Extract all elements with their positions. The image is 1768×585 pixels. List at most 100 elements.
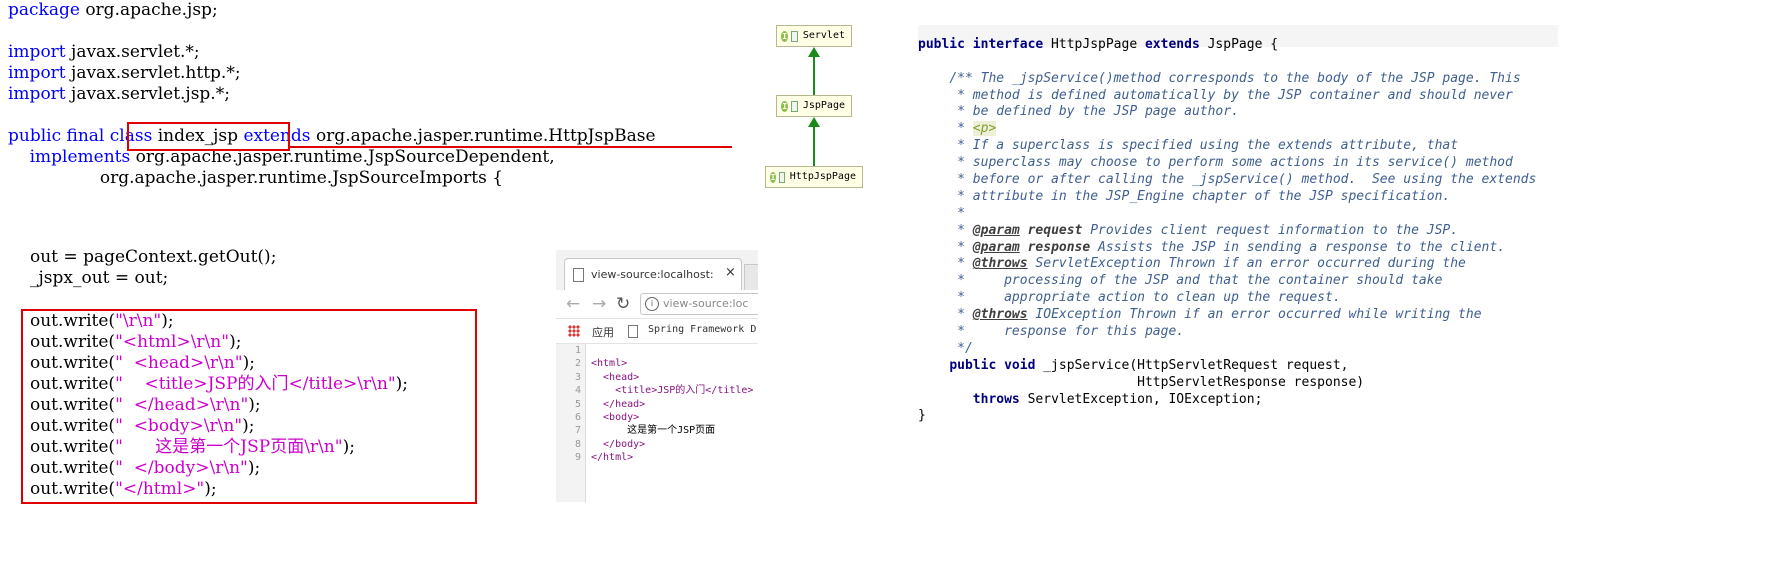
javadoc-comment-line: * processing of the JSP and that the con… <box>949 273 1443 289</box>
code-token: public final <box>8 126 110 146</box>
javadoc-comment-line: * @param response Assists the JSP in sen… <box>949 239 1506 255</box>
code-token: package <box>8 0 80 20</box>
line-number: 3 <box>574 371 581 383</box>
write-line: out.write(" </head>\r\n"); <box>30 395 408 416</box>
line-number: 1 <box>574 345 581 356</box>
arrow-head-icon <box>808 47 820 57</box>
httpjsppage-source: public interface HttpJspPage extends Jsp… <box>918 20 1768 424</box>
code-token: org.apache.jasper.runtime.HttpJspBase <box>310 126 656 146</box>
write-line: out.write("</html>"); <box>30 479 408 500</box>
line-number: 7 <box>574 425 581 437</box>
source-line: 这是第一个JSP页面 <box>591 425 716 437</box>
code-line: import javax.servlet.http.*; <box>8 63 656 84</box>
code-token: ); <box>342 437 355 457</box>
reload-icon[interactable]: ↻ <box>616 294 630 314</box>
code-token: ); <box>247 458 261 478</box>
code-token: out.write( <box>30 479 116 499</box>
code-token: out.write( <box>30 353 116 373</box>
hierarchy-node-httpjsppage[interactable]: I HttpJspPage <box>765 166 863 188</box>
address-text: view-source:loc <box>663 297 749 310</box>
code-token: import <box>8 63 66 83</box>
javadoc-comment-line: * <p> <box>949 121 997 137</box>
info-icon[interactable]: i <box>645 297 659 311</box>
source-line: <html> <box>591 358 628 370</box>
file-icon <box>791 100 798 112</box>
javadoc-comment-line: * method is defined automatically by the… <box>949 87 1513 103</box>
file-icon <box>791 30 798 42</box>
interface-signature: public interface HttpJspPage extends Jsp… <box>918 36 1279 52</box>
method-declaration-line: HttpServletResponse response) <box>918 374 1365 390</box>
tab-next[interactable] <box>744 264 758 292</box>
forward-arrow-icon[interactable]: → <box>592 294 606 314</box>
source-line: </body> <box>591 438 646 450</box>
javadoc-comment-line: * @throws ServletException Thrown if an … <box>949 256 1466 272</box>
source-line: </head> <box>591 398 646 410</box>
hierarchy-node-servlet[interactable]: I Servlet <box>776 25 852 47</box>
javadoc-comment-line: * superclass may choose to perform some … <box>949 155 1513 171</box>
class-name-highlight-box <box>127 122 290 151</box>
code-token: org.apache.jsp; <box>79 0 218 20</box>
class-declaration-code: package org.apache.jsp; import javax.serv… <box>8 0 656 189</box>
tab-bar: view-source:localhost: × <box>556 250 758 292</box>
javadoc-comment-line: * @throws IOException Thrown if an error… <box>949 307 1482 323</box>
close-icon[interactable]: × <box>725 265 736 280</box>
code-line: public final class index_jsp extends org… <box>8 126 656 147</box>
code-token: ); <box>242 416 255 436</box>
code-line: import javax.servlet.jsp.*; <box>8 84 656 105</box>
javadoc-comment-line: * before or after calling the _jspServic… <box>949 172 1537 188</box>
code-line: implements org.apache.jasper.runtime.Jsp… <box>8 147 656 168</box>
code-line: out = pageContext.getOut(); <box>30 247 277 267</box>
code-token: out.write( <box>30 311 116 331</box>
code-token: out.write( <box>30 416 116 436</box>
bookmark-apps[interactable]: 应用 <box>592 324 614 340</box>
back-arrow-icon[interactable]: ← <box>566 294 580 314</box>
code-token: out.write( <box>30 374 116 394</box>
bookmark-spring[interactable]: Spring Framework D <box>648 324 756 335</box>
string-literal: "<html>\r\n" <box>115 332 230 352</box>
javadoc-comment-line: * be defined by the JSP page author. <box>949 104 1239 120</box>
line-number: 8 <box>574 438 581 450</box>
output-init-code: out = pageContext.getOut(); _jspx_out = o… <box>30 247 276 289</box>
view-source-content: 1 23 45 678 9 <html> <head> <title>JSP的入门</t… <box>556 344 758 502</box>
code-token: import <box>8 42 66 62</box>
code-token: ); <box>242 353 255 373</box>
extends-underline <box>289 146 732 148</box>
code-token: javax.servlet.jsp.*; <box>65 84 230 104</box>
code-token: ); <box>248 395 261 415</box>
hierarchy-node-jsppage[interactable]: I JspPage <box>776 95 852 117</box>
hierarchy-node-label: HttpJspPage <box>789 171 856 182</box>
arrow-head-icon <box>808 117 820 127</box>
string-literal: "\r\n" <box>115 311 162 331</box>
line-number: 4 <box>574 385 581 397</box>
interface-icon: I <box>781 30 789 42</box>
code-token: ); <box>229 332 242 352</box>
string-literal: " </head>\r\n" <box>115 395 249 415</box>
interface-icon: I <box>781 100 789 112</box>
apps-icon[interactable] <box>568 325 580 337</box>
string-literal: " <title>JSP的入门</title>\r\n" <box>115 374 396 394</box>
method-declaration-line: public void _jspService(HttpServletReque… <box>949 357 1349 373</box>
code-token: ); <box>204 479 217 499</box>
code-token: out.write( <box>30 458 116 478</box>
inheritance-arrow <box>813 127 815 166</box>
write-statements-code: out.write("\r\n"); out.write("<html>\r\n"… <box>30 311 408 500</box>
code-line: import javax.servlet.*; <box>8 42 656 63</box>
code-line: org.apache.jasper.runtime.JspSourceImpor… <box>8 168 656 189</box>
code-token: ); <box>161 311 174 331</box>
page-icon <box>573 268 584 282</box>
address-bar[interactable]: i view-source:loc <box>640 293 758 315</box>
interface-icon: I <box>770 171 776 183</box>
string-literal: " 这是第一个JSP页面\r\n" <box>115 437 343 457</box>
tab-view-source[interactable]: view-source:localhost: × <box>564 258 742 290</box>
code-token: import <box>8 84 66 104</box>
source-line: <title>JSP的入门</title> <box>591 385 754 397</box>
javadoc-comment-line: /** The _jspService()method corresponds … <box>949 70 1521 86</box>
code-token: javax.servlet.http.*; <box>65 63 241 83</box>
bookmark-page-icon <box>628 325 638 338</box>
source-line: <body> <box>591 411 640 423</box>
source-line <box>591 344 753 357</box>
javadoc-comment-line: */ <box>949 340 973 356</box>
